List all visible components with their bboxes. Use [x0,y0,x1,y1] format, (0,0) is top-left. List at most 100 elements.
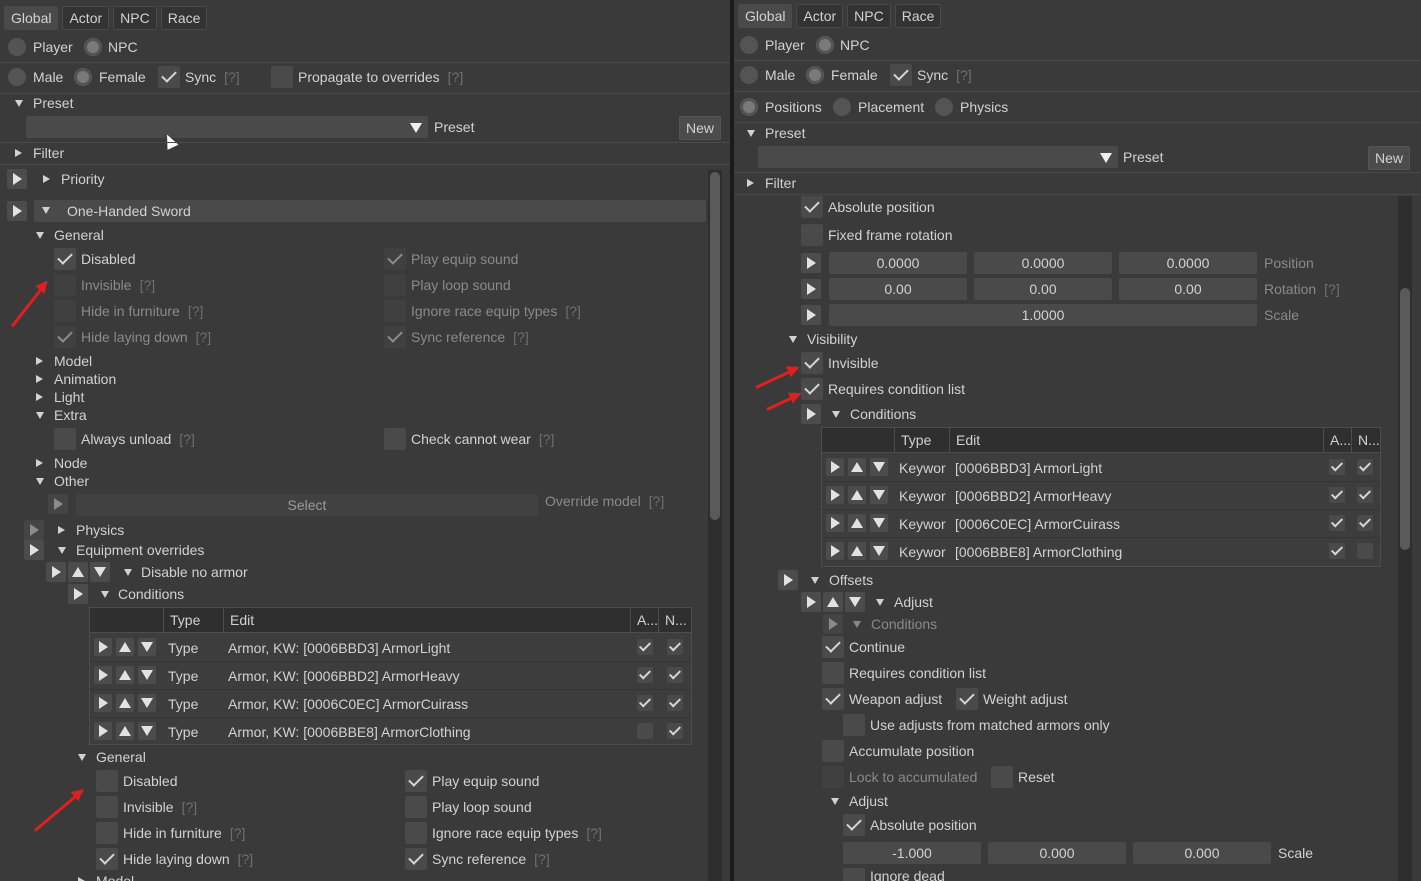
row-n-checkbox[interactable] [667,639,683,655]
invisible2-checkbox[interactable] [96,796,118,818]
row-a-checkbox[interactable] [1329,487,1345,503]
female-radio[interactable] [806,66,824,84]
table-row[interactable]: Keywor [0006C0EC] ArmorCuirass [822,509,1380,538]
positions-radio[interactable] [740,98,758,116]
disabled-checkbox[interactable] [54,248,76,270]
npc-radio[interactable] [84,38,102,56]
tab-actor[interactable]: Actor [796,4,844,28]
disable-no-armor-section[interactable]: Disable no armor [141,564,248,580]
row-n-checkbox[interactable] [1357,459,1373,475]
play-loop2-checkbox[interactable] [405,796,427,818]
row-edit[interactable]: [0006BBE8] ArmorClothing [955,544,1122,560]
col-edit[interactable]: Edit [223,608,630,632]
offsets-play-button[interactable] [778,570,798,590]
table-row[interactable]: Keywor [0006BBE8] ArmorClothing [822,537,1380,565]
row-edit[interactable]: Armor, KW: [0006C0EC] ArmorCuirass [228,696,468,712]
model-section[interactable]: Model [54,353,92,369]
col-a[interactable]: A... [1323,428,1351,452]
physics-radio[interactable] [935,98,953,116]
rotation-play-button[interactable] [801,279,821,299]
physics-section[interactable]: Physics [76,522,124,538]
table-row[interactable]: Keywor [0006BBD3] ArmorLight [822,453,1380,482]
weapon-adjust-checkbox[interactable] [822,688,844,710]
left-scrollbar-thumb[interactable] [710,172,720,520]
row-a-checkbox[interactable] [1329,543,1345,559]
row-edit[interactable]: [0006BBD3] ArmorLight [955,460,1102,476]
general-collapse-icon[interactable] [36,232,44,239]
scale-field[interactable]: 1.0000 [829,304,1257,326]
col-n[interactable]: N... [658,608,691,632]
light-section[interactable]: Light [54,389,84,405]
continue-checkbox[interactable] [822,636,844,658]
visibility-section[interactable]: Visibility [807,331,857,347]
propagate-help[interactable]: [?] [448,69,464,85]
tab-npc[interactable]: NPC [113,6,157,30]
preset-section[interactable]: Preset [33,95,73,111]
col-type[interactable]: Type [894,428,949,452]
conditions-play-button[interactable] [801,404,821,424]
position-play-button[interactable] [801,253,821,273]
col-edit[interactable]: Edit [949,428,1323,452]
sync-help[interactable]: [?] [224,69,240,85]
fixed-frame-rotation-checkbox[interactable] [801,224,823,246]
new-preset-button[interactable]: New [1368,146,1411,170]
filter-section[interactable]: Filter [33,145,64,161]
play-equip-checkbox[interactable] [384,248,406,270]
row-a-checkbox[interactable] [637,639,653,655]
tab-global[interactable]: Global [738,4,793,28]
ignore-race-checkbox[interactable] [384,300,406,322]
filter-section[interactable]: Filter [765,175,796,191]
player-radio[interactable] [8,38,26,56]
table-row[interactable]: Keywor [0006BBD2] ArmorHeavy [822,481,1380,510]
sync-checkbox[interactable] [158,66,180,88]
scale2-z-field[interactable]: 0.000 [1133,842,1271,864]
row-a-checkbox[interactable] [1329,459,1345,475]
priority-play-button[interactable] [7,169,27,189]
equipment-overrides-collapse-icon[interactable] [58,547,66,554]
model-expand-icon[interactable] [36,357,43,365]
table-row[interactable]: Type Armor, KW: [0006BBD3] ArmorLight [90,633,691,662]
row-a-checkbox[interactable] [637,667,653,683]
priority-expand-icon[interactable] [43,175,50,183]
hide-laying2-checkbox[interactable] [96,848,118,870]
play-loop-checkbox[interactable] [384,274,406,296]
move-down-button[interactable] [90,562,110,582]
row-edit[interactable]: Armor, KW: [0006BBE8] ArmorClothing [228,724,471,740]
animation-expand-icon[interactable] [36,375,43,383]
row-n-checkbox[interactable] [1357,487,1373,503]
scale2-y-field[interactable]: 0.000 [988,842,1126,864]
extra-section[interactable]: Extra [54,407,87,423]
placement-radio[interactable] [833,98,851,116]
reset-checkbox[interactable] [991,766,1013,788]
propagate-checkbox[interactable] [271,66,293,88]
preset-combo[interactable] [26,116,428,138]
new-preset-button[interactable]: New [679,116,722,140]
equipment-overrides-section[interactable]: Equipment overrides [76,542,204,558]
conditions-section[interactable]: Conditions [118,586,184,602]
player-radio[interactable] [740,36,758,54]
always-unload-checkbox[interactable] [54,428,76,450]
scale2-x-field[interactable]: -1.000 [843,842,981,864]
adjust2-section[interactable]: Adjust [849,793,888,809]
col-type[interactable]: Type [163,608,223,632]
absolute-position2-checkbox[interactable] [843,814,865,836]
physics-expand-icon[interactable] [58,526,65,534]
sync-checkbox[interactable] [890,64,912,86]
ignore-race2-checkbox[interactable] [405,822,427,844]
check-cannot-wear-checkbox[interactable] [384,428,406,450]
row-a-checkbox[interactable] [637,723,653,739]
adjust-play-button[interactable] [801,592,821,612]
col-n[interactable]: N... [1351,428,1380,452]
visibility-collapse-icon[interactable] [789,336,797,343]
male-radio[interactable] [740,66,758,84]
tab-global[interactable]: Global [4,6,59,30]
male-radio[interactable] [8,68,26,86]
position-z-field[interactable]: 0.0000 [1119,252,1257,274]
adjust-collapse-icon[interactable] [876,599,884,606]
physics-play-button[interactable] [24,520,44,540]
filter-expand-icon[interactable] [747,179,754,187]
hide-furniture-checkbox[interactable] [54,300,76,322]
row-a-checkbox[interactable] [637,695,653,711]
table-row[interactable]: Type Armor, KW: [0006C0EC] ArmorCuirass [90,689,691,718]
preset-section[interactable]: Preset [765,125,805,141]
